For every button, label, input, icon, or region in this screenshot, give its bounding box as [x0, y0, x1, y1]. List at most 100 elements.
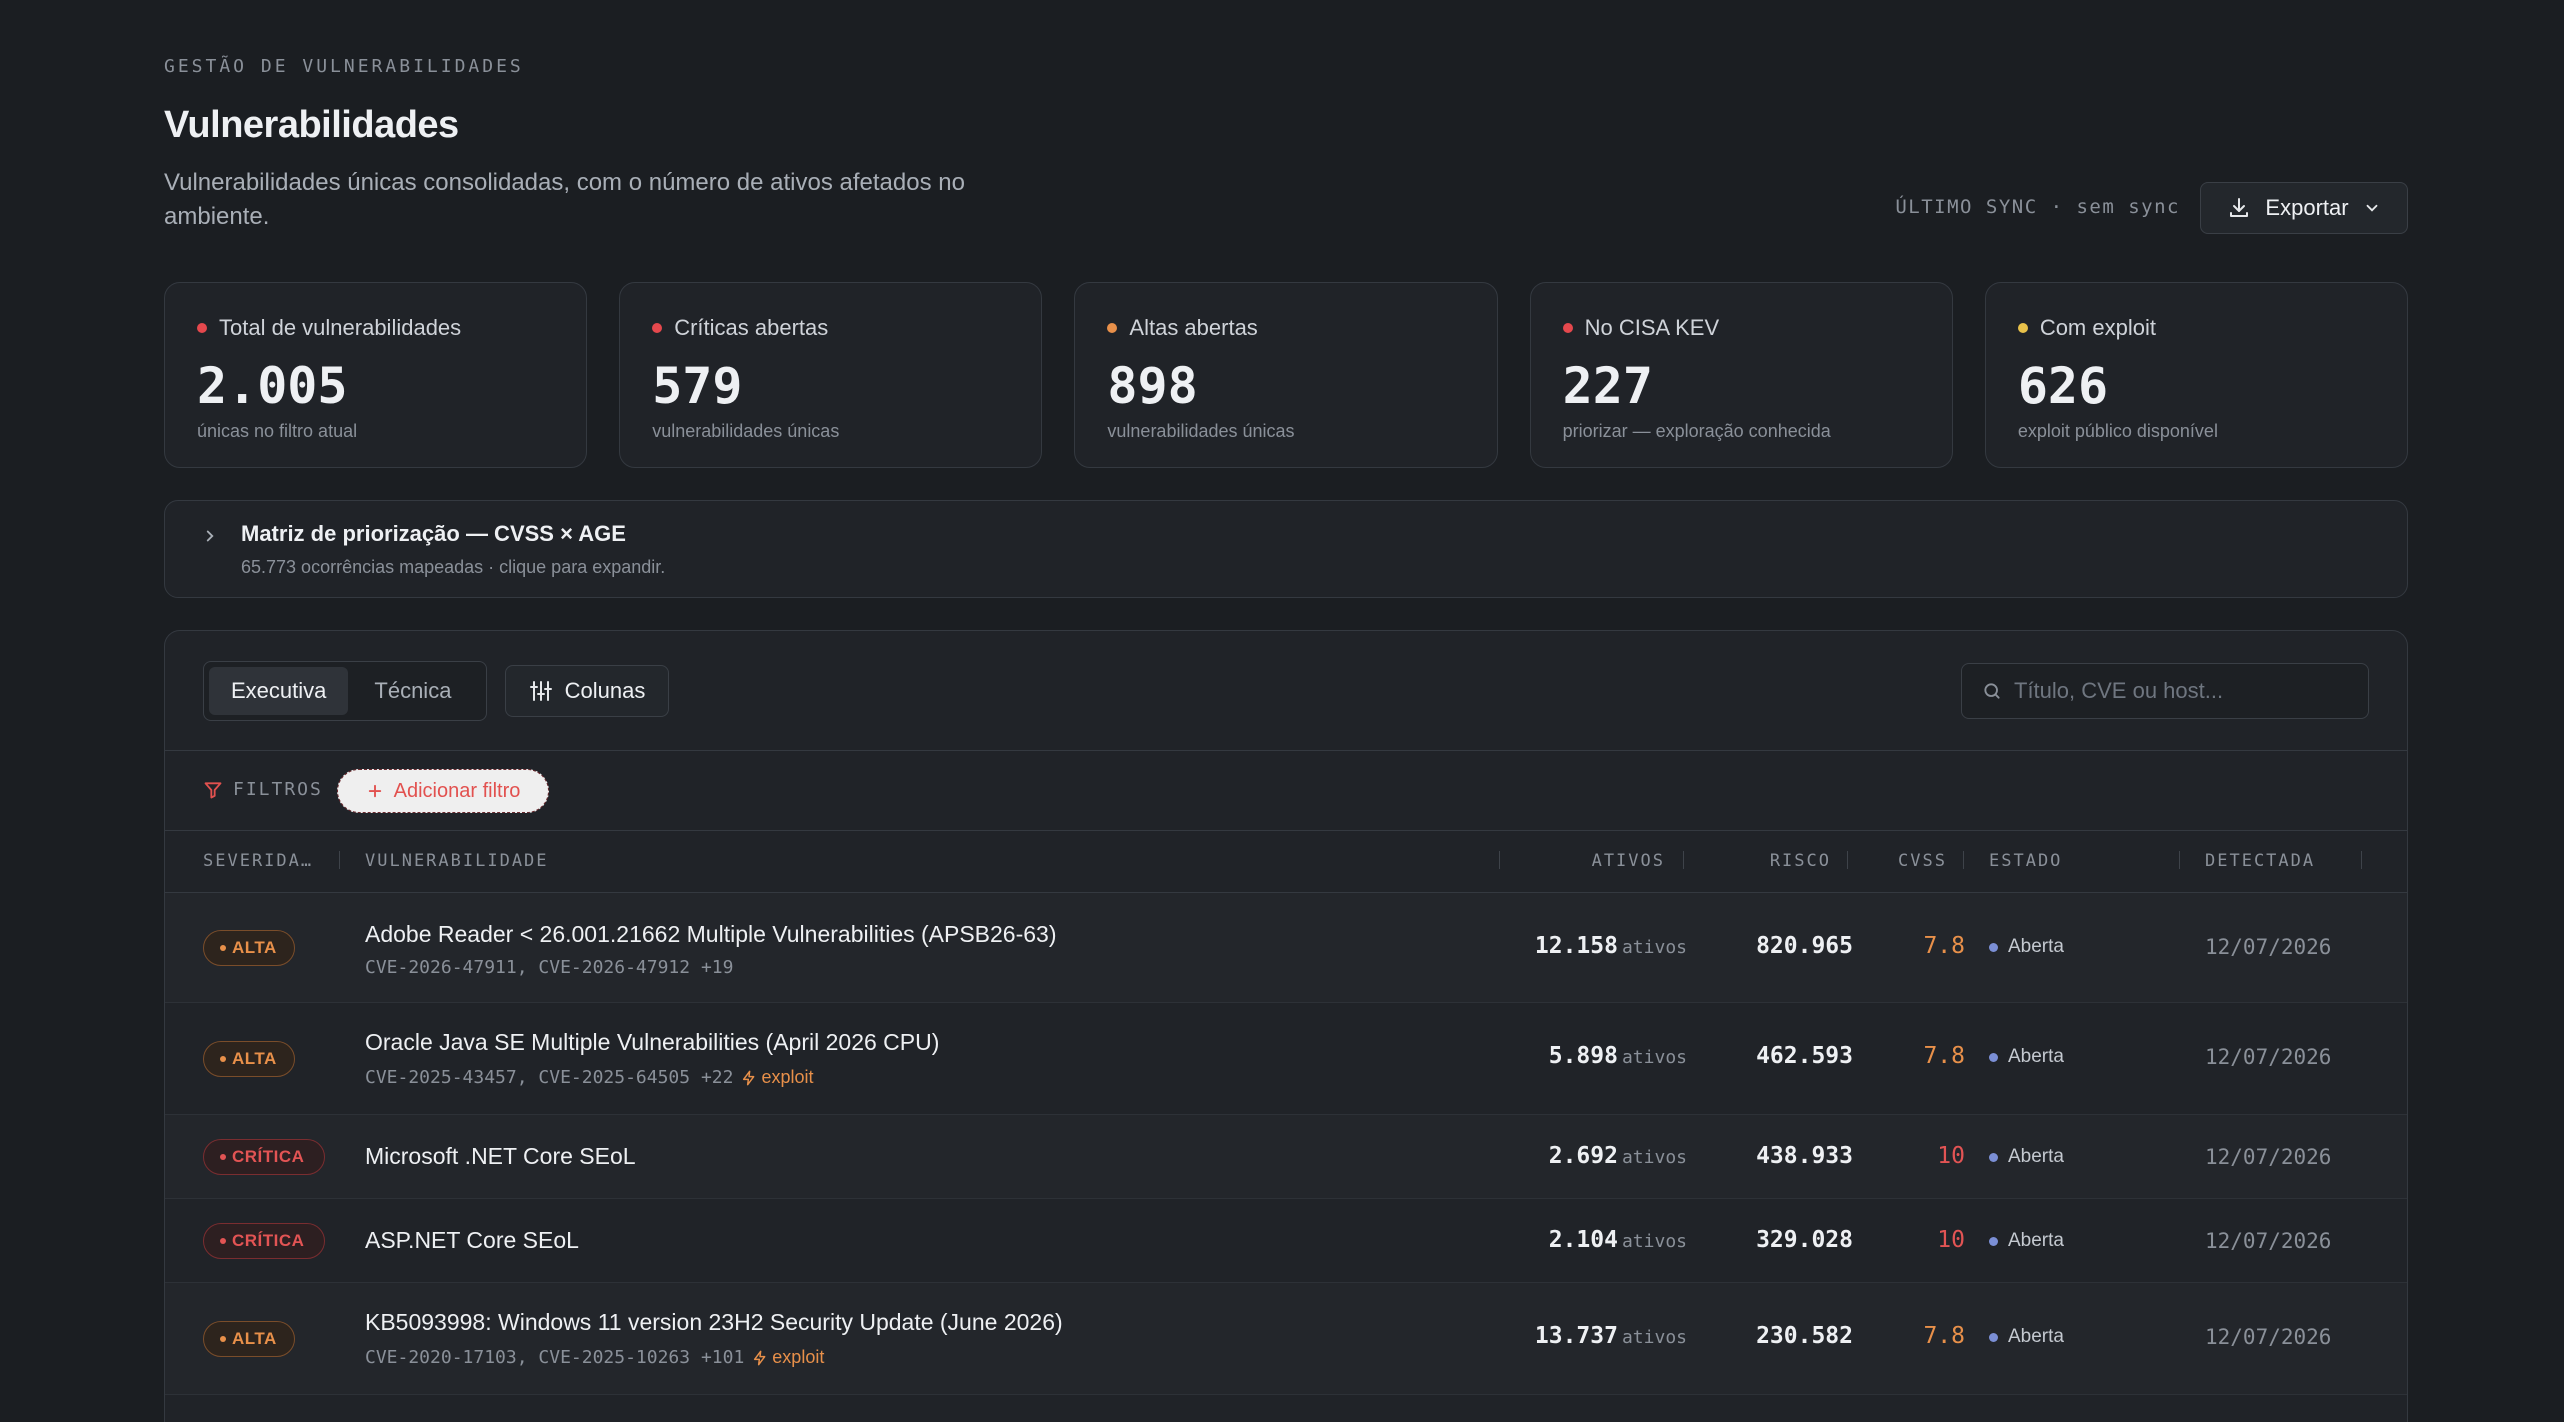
stat-card-high: Altas abertas 898 vulnerabilidades única…	[1074, 282, 1498, 468]
stat-value: 227	[1562, 357, 1653, 415]
chevron-right-icon	[206, 530, 214, 542]
column-header-severity[interactable]: SEVERIDA…	[203, 851, 313, 871]
state-text: Aberta	[2008, 1326, 2064, 1347]
stat-label: Com exploit	[2039, 315, 2156, 340]
table-toolbar: Executiva Técnica Colunas Título, CVE ou…	[165, 631, 2407, 751]
columns-button[interactable]: Colunas	[505, 665, 669, 717]
table-row[interactable]: ALTA KB5093998: Windows 11 version 23H2 …	[165, 1283, 2407, 1395]
exploit-label: exploit	[761, 1067, 814, 1087]
column-header-vulnerability[interactable]: VULNERABILIDADE	[365, 851, 549, 871]
column-header-state[interactable]: ESTADO	[1989, 851, 2062, 871]
stat-label: Críticas abertas	[674, 315, 829, 340]
view-toggle: Executiva Técnica	[203, 661, 487, 721]
search-placeholder: Título, CVE ou host...	[2014, 678, 2224, 703]
stat-value: 2.005	[197, 357, 348, 415]
assets-count: 5.898 ativos	[1548, 1043, 1687, 1069]
severity-badge: ALTA	[203, 1041, 295, 1077]
cvss-score: 7.8	[1923, 1043, 1965, 1069]
view-technical-tab[interactable]: Técnica	[352, 667, 473, 715]
vulnerability-cves: CVE-2025-43457, CVE-2025-64505 +22 explo…	[365, 1067, 814, 1088]
state-text: Aberta	[2008, 1146, 2064, 1167]
column-resize-handle[interactable]	[1683, 851, 1684, 869]
filters-label-text: FILTROS	[233, 779, 323, 800]
severity-text: ALTA	[232, 1329, 277, 1348]
lightning-icon	[754, 1350, 766, 1365]
exploit-label: exploit	[772, 1347, 825, 1367]
stat-card-total: Total de vulnerabilidades 2.005 únicas n…	[164, 282, 588, 468]
priority-matrix-toggle[interactable]: Matriz de priorização — CVSS × AGE 65.77…	[164, 500, 2408, 598]
column-header-detected[interactable]: DETECTADA	[2205, 851, 2315, 871]
vulnerability-title: Microsoft .NET Core SEoL	[365, 1143, 636, 1169]
severity-badge: ALTA	[203, 1321, 295, 1357]
search-icon	[1984, 683, 2000, 699]
severity-badge: CRÍTICA	[203, 1139, 325, 1175]
status-dot	[197, 323, 207, 333]
detected-date: 12/07/2026	[2205, 1045, 2332, 1069]
status-dot	[2017, 323, 2028, 333]
column-resize-handle[interactable]	[1499, 851, 1500, 869]
vulnerability-title: KB5093998: Windows 11 version 23H2 Secur…	[365, 1309, 1063, 1335]
stat-value: 579	[652, 357, 743, 415]
vulnerability-cves: CVE-2020-17103, CVE-2025-10263 +101 expl…	[365, 1347, 824, 1368]
table-header: SEVERIDA… VULNERABILIDADE ATIVOS RISCO C…	[165, 831, 2407, 893]
search-input[interactable]: Título, CVE ou host...	[1961, 663, 2369, 719]
vulnerability-title: Adobe Reader < 26.001.21662 Multiple Vul…	[365, 921, 1057, 947]
risk-score: 329.028	[1756, 1227, 1853, 1253]
assets-count: 13.737 ativos	[1534, 1323, 1687, 1349]
page-title: Vulnerabilidades	[164, 104, 459, 146]
state-indicator: Aberta	[1989, 1326, 2064, 1348]
matrix-subtitle: 65.773 ocorrências mapeadas · clique par…	[241, 557, 666, 577]
page-subtitle: Vulnerabilidades únicas consolidadas, co…	[164, 169, 965, 230]
stat-card-exploit: Com exploit 626 exploit público disponív…	[1984, 282, 2409, 468]
column-resize-handle[interactable]	[339, 851, 340, 869]
state-text: Aberta	[2008, 1046, 2064, 1067]
exploit-tag: exploit	[752, 1347, 824, 1368]
detected-date: 12/07/2026	[2205, 935, 2332, 959]
matrix-title: Matriz de priorização — CVSS × AGE	[241, 521, 626, 546]
severity-badge: CRÍTICA	[203, 1223, 325, 1259]
cvss-score: 7.8	[1923, 1323, 1965, 1349]
table-row[interactable]: CRÍTICA ASP.NET Core SEoL 2.104 ativos 32…	[165, 1199, 2407, 1283]
column-resize-handle[interactable]	[1847, 851, 1848, 869]
vulnerability-title: Oracle Java SE Multiple Vulnerabilities …	[365, 1029, 940, 1055]
filters-label: FILTROS	[203, 779, 323, 800]
column-resize-handle[interactable]	[1963, 851, 1964, 869]
table-row[interactable]: ALTA Adobe Reader < 26.001.21662 Multipl…	[165, 893, 2407, 1003]
cve-list: CVE-2026-47911, CVE-2026-47912 +19	[365, 957, 734, 978]
stat-card-kev: No CISA KEV 227 priorizar — exploração c…	[1529, 282, 1953, 468]
assets-count: 2.104 ativos	[1548, 1227, 1687, 1253]
cvss-score: 10	[1937, 1143, 1965, 1169]
vulnerability-cves: CVE-2026-47911, CVE-2026-47912 +19	[365, 957, 733, 978]
state-text: Aberta	[2008, 936, 2064, 957]
table-row[interactable]: ALTA Oracle Java SE Multiple Vulnerabili…	[165, 1003, 2407, 1115]
exploit-tag: exploit	[741, 1067, 814, 1088]
column-resize-handle[interactable]	[2179, 851, 2180, 869]
stat-label: Total de vulnerabilidades	[219, 315, 462, 340]
stat-value: 898	[1107, 357, 1198, 415]
filter-icon	[204, 781, 222, 798]
stat-hint: vulnerabilidades únicas	[1107, 421, 1295, 441]
stat-label: Altas abertas	[1129, 315, 1258, 340]
table-row[interactable]: CRÍTICA Microsoft .NET Core SEoL 2.692 at…	[165, 1115, 2407, 1199]
column-header-cvss[interactable]: CVSS	[1898, 851, 1947, 871]
lightning-icon	[743, 1070, 755, 1085]
view-executive-tab[interactable]: Executiva	[209, 667, 349, 715]
detected-date: 12/07/2026	[2205, 1229, 2332, 1253]
columns-label: Colunas	[564, 678, 646, 703]
cve-list: CVE-2020-17103, CVE-2025-10263 +101	[365, 1347, 745, 1368]
state-indicator: Aberta	[1989, 1146, 2064, 1168]
status-dot	[1107, 323, 1118, 333]
column-header-assets[interactable]: ATIVOS	[1592, 851, 1665, 871]
stat-value: 626	[2017, 357, 2109, 415]
export-button[interactable]: Exportar	[2200, 182, 2408, 234]
download-icon	[2230, 198, 2249, 217]
risk-score: 230.582	[1756, 1323, 1853, 1349]
add-filter-label: Adicionar filtro	[393, 779, 521, 802]
sliders-icon	[529, 681, 552, 701]
vulnerabilities-table-panel: Executiva Técnica Colunas Título, CVE ou…	[164, 630, 2408, 1422]
column-resize-handle[interactable]	[2361, 851, 2362, 869]
add-filter-button[interactable]: Adicionar filtro	[337, 769, 549, 813]
page-eyebrow: GESTÃO DE VULNERABILIDADES	[164, 56, 524, 77]
stat-hint: priorizar — exploração conhecida	[1562, 421, 1831, 441]
column-header-risk[interactable]: RISCO	[1770, 851, 1831, 871]
